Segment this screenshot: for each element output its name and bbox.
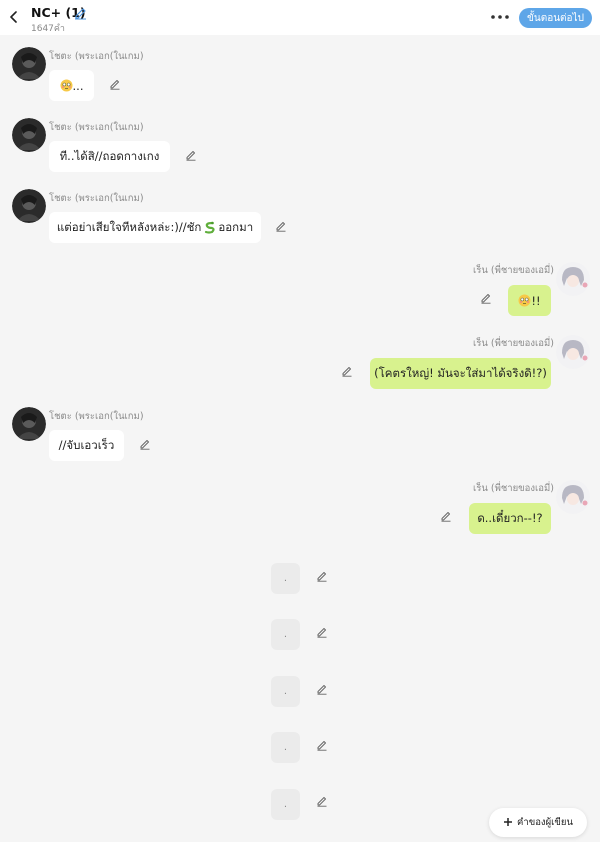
avatar[interactable] (12, 189, 46, 223)
edit-pencil-icon[interactable] (316, 567, 328, 582)
edit-pencil-icon[interactable] (316, 736, 328, 751)
sender-name: เร็น (พี่ชายของเอมี่) (473, 483, 554, 494)
avatar[interactable] (12, 47, 46, 81)
edit-pencil-icon[interactable] (109, 75, 121, 90)
message-bubble[interactable]: ที..ได้สิ//ถอดกางเกง (49, 141, 170, 172)
message-bubble[interactable]: . (271, 619, 300, 650)
sender-name: โชตะ (พระเอก(ในเกม) (49, 122, 144, 133)
message-text: !! (531, 293, 541, 308)
message-text: . (283, 799, 288, 810)
message-text: . (283, 629, 288, 640)
message-text: ... (72, 78, 84, 93)
message-bubble[interactable]: . (271, 789, 300, 820)
avatar[interactable] (556, 262, 590, 296)
avatar[interactable] (12, 118, 46, 152)
message-text: ด..เดี๋ยวก--!? (477, 510, 543, 525)
message-text: . (283, 742, 288, 753)
avatar[interactable] (556, 335, 590, 369)
edit-pencil-icon[interactable] (316, 623, 328, 638)
sender-name: โชตะ (พระเอก(ในเกม) (49, 51, 144, 62)
back-chevron-icon[interactable] (6, 9, 22, 25)
author-note-button[interactable]: คำของผู้เขียน (489, 808, 587, 837)
snake-icon (203, 221, 216, 234)
message-bubble[interactable]: . (271, 563, 300, 594)
title-pencil-icon[interactable] (73, 5, 88, 20)
edit-pencil-icon[interactable] (316, 792, 328, 807)
message-bubble[interactable]: ด..เดี๋ยวก--!? (469, 503, 551, 534)
edit-pencil-icon[interactable] (139, 435, 151, 450)
sender-name: โชตะ (พระเอก(ในเกม) (49, 411, 144, 422)
sender-name: เร็น (พี่ชายของเอมี่) (473, 338, 554, 349)
message-text: ที..ได้สิ//ถอดกางเกง (59, 148, 160, 163)
message-bubble[interactable]: (โคตรใหญ่! มันจะใส่มาได้จริงดิ!?) (370, 358, 551, 389)
message-bubble[interactable]: แต่อย่าเสียใจทีหลังหล่ะ:)//ชัก ออกมา (49, 212, 261, 243)
flushed-face-icon (60, 79, 73, 92)
message-text: ออกมา (218, 219, 254, 234)
message-bubble[interactable]: . (271, 676, 300, 707)
edit-pencil-icon[interactable] (440, 507, 452, 522)
edit-pencil-icon[interactable] (341, 362, 353, 377)
word-count: 1647คำ (31, 24, 65, 34)
message-bubble[interactable]: //จับเอวเร็ว (49, 430, 124, 461)
flushed-face-icon (518, 294, 531, 307)
message-text: . (283, 686, 288, 697)
sender-name: โชตะ (พระเอก(ในเกม) (49, 193, 144, 204)
avatar[interactable] (556, 480, 590, 514)
edit-pencil-icon[interactable] (185, 146, 197, 161)
message-text: . (283, 573, 288, 584)
author-note-label: คำของผู้เขียน (517, 817, 573, 828)
plus-icon (503, 816, 513, 830)
more-options-icon[interactable] (489, 9, 511, 25)
edit-pencil-icon[interactable] (316, 680, 328, 695)
next-step-button[interactable]: ขั้นตอนต่อไป (519, 8, 592, 28)
message-text: (โคตรใหญ่! มันจะใส่มาได้จริงดิ!?) (374, 365, 547, 380)
sender-name: เร็น (พี่ชายของเอมี่) (473, 265, 554, 276)
top-bar: NC+ (1) 1647คำ ขั้นตอนต่อไป (0, 0, 600, 35)
edit-pencil-icon[interactable] (275, 217, 287, 232)
message-bubble[interactable]: . (271, 732, 300, 763)
message-bubble[interactable]: ... (49, 70, 94, 101)
message-bubble[interactable]: !! (508, 285, 551, 316)
message-text: //จับเอวเร็ว (58, 437, 115, 452)
message-text: แต่อย่าเสียใจทีหลังหล่ะ:)//ชัก (56, 219, 202, 234)
avatar[interactable] (12, 407, 46, 441)
edit-pencil-icon[interactable] (480, 289, 492, 304)
